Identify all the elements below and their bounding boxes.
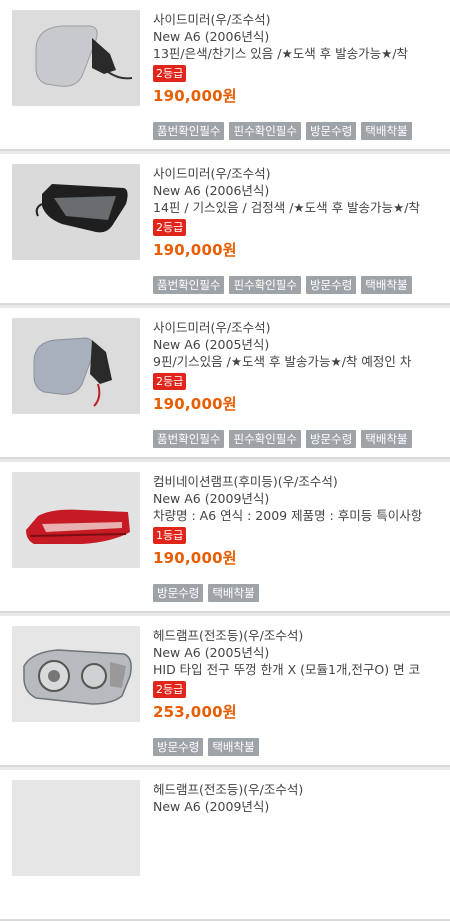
tag: 택배착불	[361, 430, 412, 448]
grade-badge: 2등급	[153, 681, 187, 698]
tag: 품번확인필수	[153, 122, 225, 140]
product-list: 사이드미러(우/조수석) New A6 (2006년식) 13핀/은색/찬기스 …	[0, 0, 450, 921]
tag-list: 품번확인필수 핀수확인필수 방문수령 택배착불	[153, 122, 412, 140]
tag: 방문수령	[305, 430, 357, 448]
tag: 품번확인필수	[153, 276, 225, 294]
silver-side-mirror-icon	[12, 10, 140, 106]
list-item[interactable]: 컴비네이션램프(후미등)(우/조수석) New A6 (2009년식) 차량명 …	[0, 462, 450, 613]
item-description: HID 타입 전구 뚜껑 한개 X (모듈1개,전구O) 면 코	[153, 662, 421, 677]
item-title: 사이드미러(우/조수석)	[153, 166, 271, 181]
tag: 택배착불	[361, 276, 412, 294]
tag: 방문수령	[153, 584, 204, 602]
tag: 방문수령	[305, 276, 357, 294]
black-side-mirror-icon	[12, 164, 140, 260]
item-model: New A6 (2005년식)	[153, 645, 270, 660]
item-model: New A6 (2006년식)	[153, 29, 270, 44]
list-item[interactable]: 사이드미러(우/조수석) New A6 (2005년식) 9핀/기스있음 /★도…	[0, 308, 450, 459]
tag: 방문수령	[305, 122, 357, 140]
product-image[interactable]	[12, 164, 140, 260]
item-price: 253,000원	[153, 703, 237, 721]
item-price: 190,000원	[153, 87, 237, 105]
item-description: 9핀/기스있음 /★도색 후 발송가능★/착 예정인 차	[153, 354, 412, 369]
list-item[interactable]: 사이드미러(우/조수석) New A6 (2006년식) 14핀 / 기스있음 …	[0, 154, 450, 305]
tag: 품번확인필수	[153, 430, 225, 448]
item-model: New A6 (2009년식)	[153, 491, 270, 506]
product-image[interactable]	[12, 472, 140, 568]
head-lamp-icon	[12, 780, 140, 876]
item-title: 사이드미러(우/조수석)	[153, 12, 271, 27]
tag: 핀수확인필수	[229, 276, 301, 294]
tag: 방문수령	[153, 738, 204, 756]
silver-side-mirror-icon	[12, 318, 140, 414]
tag: 핀수확인필수	[229, 430, 301, 448]
grade-badge: 2등급	[153, 373, 187, 390]
tag-list: 방문수령 택배착불	[153, 738, 259, 756]
item-price: 190,000원	[153, 241, 237, 259]
item-title: 컴비네이션램프(후미등)(우/조수석)	[153, 474, 338, 489]
item-description: 14핀 / 기스있음 / 검정색 /★도색 후 발송가능★/착	[153, 200, 420, 215]
tag: 택배착불	[208, 584, 259, 602]
item-model: New A6 (2006년식)	[153, 183, 270, 198]
item-title: 헤드램프(전조등)(우/조수석)	[153, 628, 304, 643]
item-model: New A6 (2005년식)	[153, 337, 270, 352]
item-title: 사이드미러(우/조수석)	[153, 320, 271, 335]
product-image[interactable]	[12, 780, 140, 876]
product-image[interactable]	[12, 318, 140, 414]
grade-badge: 2등급	[153, 219, 187, 236]
grade-badge: 1등급	[153, 527, 187, 544]
tag-list: 품번확인필수 핀수확인필수 방문수령 택배착불	[153, 276, 412, 294]
tag: 택배착불	[361, 122, 412, 140]
item-description: 차량명 : A6 연식 : 2009 제품명 : 후미등 특이사항	[153, 508, 423, 523]
list-item[interactable]: 헤드램프(전조등)(우/조수석) New A6 (2005년식) HID 타입 …	[0, 616, 450, 767]
product-image[interactable]	[12, 626, 140, 722]
tag: 택배착불	[208, 738, 259, 756]
head-lamp-icon	[12, 626, 140, 722]
item-description: 13핀/은색/찬기스 있음 /★도색 후 발송가능★/착	[153, 46, 409, 61]
item-model: New A6 (2009년식)	[153, 799, 270, 814]
item-title: 헤드램프(전조등)(우/조수석)	[153, 782, 304, 797]
item-price: 190,000원	[153, 395, 237, 413]
tag-list: 방문수령 택배착불	[153, 584, 259, 602]
grade-badge: 2등급	[153, 65, 187, 82]
tail-lamp-icon	[12, 472, 140, 568]
product-image[interactable]	[12, 10, 140, 106]
tag: 핀수확인필수	[229, 122, 301, 140]
tag-list: 품번확인필수 핀수확인필수 방문수령 택배착불	[153, 430, 412, 448]
list-item[interactable]: 사이드미러(우/조수석) New A6 (2006년식) 13핀/은색/찬기스 …	[0, 0, 450, 151]
item-price: 190,000원	[153, 549, 237, 567]
list-item[interactable]: 헤드램프(전조등)(우/조수석) New A6 (2009년식)	[0, 770, 450, 921]
